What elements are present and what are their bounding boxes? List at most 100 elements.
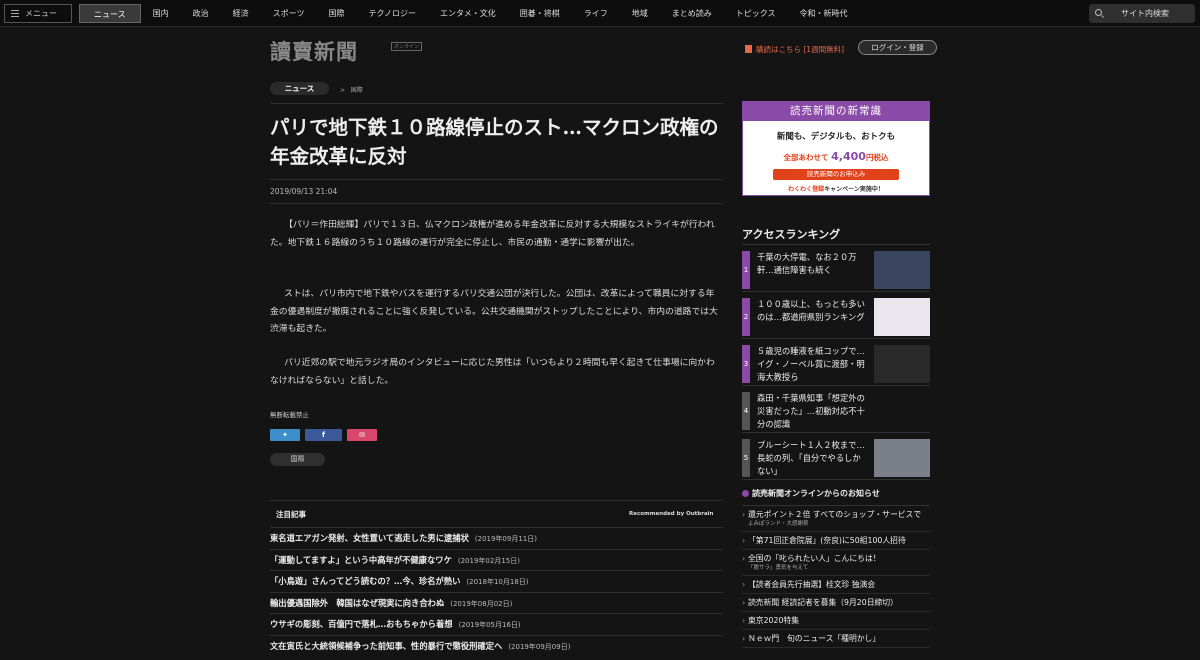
featured-item[interactable]: 「小鳥遊」さんってどう読むの？…今、珍名が熱い (2018年10月18日) <box>270 570 723 592</box>
rank-title: ブルーシート１人２枚まで…長蛇の列、「自分でやるしかない」 <box>757 440 865 476</box>
nav-item[interactable]: 国際 <box>316 4 356 23</box>
nav-item[interactable]: テクノロジー <box>356 4 428 23</box>
facebook-icon: f <box>321 431 326 439</box>
notice-subtitle: よみぽランド・大感謝祭 <box>748 521 809 527</box>
mail-share-button[interactable]: ✉ <box>347 429 377 441</box>
nav-item[interactable]: エンタメ・文化 <box>428 4 508 23</box>
featured-date: (2019年09月11日) <box>474 535 537 543</box>
tag-button[interactable]: 国際 <box>270 453 325 466</box>
article-date: 2019/09/13 21:04 <box>270 187 338 196</box>
featured-item[interactable]: 東名道エアガン発射、女性置いて逃走した男に逮捕状 (2019年09月11日) <box>270 527 723 549</box>
featured-title: 「運動してますよ」という中高年が不健康なワケ <box>270 554 452 565</box>
notice-item[interactable]: 東京2020特集 <box>742 612 930 630</box>
nav-item[interactable]: ニュース <box>79 4 141 23</box>
copyright-notice: 無断転載禁止 <box>270 411 309 419</box>
rank-title: 千葉の大停電、なお２０万軒…通信障害も続く <box>757 252 857 275</box>
twitter-share-button[interactable]: ✦ <box>270 429 300 441</box>
notice-item[interactable]: Ｎｅｗ門 旬のニュース「種明かし」 <box>742 630 930 648</box>
featured-title: 「小鳥遊」さんってどう読むの？…今、珍名が熱い <box>270 576 461 586</box>
twitter-icon: ✦ <box>282 431 288 439</box>
featured-title: 輸出優遇国除外 韓国はなぜ現実に向き合わぬ <box>270 597 445 608</box>
ranking-item[interactable]: 3 ５歳児の睡液を紙コップで…イグ・ノーベル賞に渡部・明海大教授ら <box>742 339 930 386</box>
nav-item[interactable]: 囲碁・将棋 <box>508 4 572 23</box>
notice-item[interactable]: 還元ポイント２倍 すべてのショップ・サービスでよみぽランド・大感謝祭 <box>742 506 930 532</box>
search-label: サイト内検索 <box>1121 9 1169 18</box>
featured-date: (2019年05月16日) <box>458 621 521 629</box>
featured-item[interactable]: 文在寅氏と大統領候補争った前知事、性的暴行で懲役刑確定へ (2019年09月09日… <box>270 634 723 657</box>
nav-item[interactable]: ライフ <box>572 4 620 23</box>
rank-thumbnail <box>874 439 930 477</box>
ad-signup-button[interactable]: 読売新聞のお申込み <box>773 169 899 180</box>
nav-item[interactable]: まとめ読み <box>660 4 724 23</box>
global-nav: メニュー ニュース 国内 政治 経済 スポーツ 国際 テクノロジー エンタメ・文化 囲碁・将棋ラ… <box>0 0 1200 27</box>
article-paragraph: 【パリ＝作田総輝】パリで１３日、仏マクロン政権が進める年金改革に反対する大規模な… <box>270 220 715 248</box>
ranking-item[interactable]: 4 森田・千葉県知事「想定外の災害だった」…初動対応不十分の認識 <box>742 386 930 433</box>
subscribe-link[interactable]: 購読はこちら [1週間無料] <box>745 44 844 55</box>
ranking-item[interactable]: 2 １００歳以上、もっとも多いのは…都道府県別ランキング <box>742 292 930 339</box>
divider <box>270 500 723 501</box>
featured-date: (2019年09月09日) <box>508 642 571 651</box>
menu-button[interactable]: メニュー <box>4 4 72 23</box>
featured-item[interactable]: 「運動してますよ」という中高年が不健康なワケ (2019年02月15日) <box>270 548 723 571</box>
nav-item[interactable]: 政治 <box>181 4 221 23</box>
nav-list: ニュース 国内 政治 経済 スポーツ 国際 テクノロジー エンタメ・文化 囲碁・将棋 ライフ 地域ま… <box>79 4 860 23</box>
rank-number: 4 <box>742 392 750 430</box>
featured-item[interactable]: 輸出優遇国除外 韓国はなぜ現実に向き合わぬ (2019年08月02日) <box>270 591 723 614</box>
rank-number: 2 <box>742 298 750 336</box>
nav-item[interactable]: 地域 <box>620 4 660 23</box>
rank-title: １００歳以上、もっとも多いのは…都道府県別ランキング <box>757 299 865 322</box>
notice-list: 還元ポイント２倍 すべてのショップ・サービスでよみぽランド・大感謝祭「第71回正… <box>742 505 930 648</box>
notice-item[interactable]: 【読者会員先行抽選】桂文珍 独演会 <box>742 576 930 594</box>
nav-item[interactable]: スポーツ <box>261 4 317 23</box>
featured-date: (2018年10月18日) <box>466 578 529 586</box>
notice-title: 還元ポイント２倍 すべてのショップ・サービスで <box>748 510 922 519</box>
site-search-button[interactable]: サイト内検索 <box>1089 4 1195 23</box>
rank-title: 森田・千葉県知事「想定外の災害だった」…初動対応不十分の認識 <box>757 393 865 429</box>
breadcrumb-section[interactable]: ニュース <box>270 82 329 95</box>
breadcrumb-sub-label: 国際 <box>350 87 363 94</box>
article-paragraph: ストは、パリ市内で地下鉄やバスを運行するパリ交通公団が決行した。公団は、改革によ… <box>270 289 718 334</box>
site-logo[interactable]: 讀賣新聞 <box>270 36 358 66</box>
ranking-item[interactable]: 1 千葉の大停電、なお２０万軒…通信障害も続く <box>742 245 930 292</box>
notice-title: 【読者会員先行抽選】桂文珍 独演会 <box>748 580 876 589</box>
breadcrumb-sub[interactable]: > 国際 <box>340 85 363 94</box>
rank-number: 5 <box>742 439 750 477</box>
book-icon <box>745 45 752 53</box>
nav-item[interactable]: 経済 <box>221 4 261 23</box>
mail-icon: ✉ <box>359 431 365 439</box>
rank-title: ５歳児の睡液を紙コップで…イグ・ノーベル賞に渡部・明海大教授ら <box>757 346 865 382</box>
notice-item[interactable]: 全国の「叱られたい人」こんにちは！ 「脱サラ」勇気を与えて <box>742 550 930 576</box>
notice-title: Ｎｅｗ門 旬のニュース「種明かし」 <box>748 634 881 643</box>
rank-thumbnail <box>874 345 930 383</box>
notice-item[interactable]: 「第71回正倉院展」(奈良)に50組100人招待 <box>742 532 930 550</box>
rank-number: 3 <box>742 345 750 383</box>
featured-title: 文在寅氏と大統領候補争った前知事、性的暴行で懲役刑確定へ <box>270 640 503 651</box>
divider <box>270 103 723 104</box>
featured-title: 東名道エアガン発射、女性置いて逃走した男に逮捕状 <box>270 533 469 543</box>
ranking-heading: アクセスランキング <box>742 228 841 241</box>
subscription-ad[interactable]: 読売新聞の新常識 新聞も、デジタルも、おトクも 全部あわせて 4,400円税込 … <box>742 101 930 196</box>
article-paragraph: パリ近郊の駅で地元ラジオ局のインタビューに応じた男性は「いつもより２時間も早く起… <box>270 358 715 386</box>
outbrain-credit[interactable]: Recommended by Outbrain <box>629 511 713 517</box>
nav-item[interactable]: 国内 <box>141 4 181 23</box>
featured-date: (2019年02月15日) <box>457 556 520 565</box>
notice-heading: 読売新聞オンラインからのお知らせ <box>742 488 880 499</box>
subscribe-label: 購読はこちら [1週間無料] <box>756 45 845 54</box>
featured-list: 東名道エアガン発射、女性置いて逃走した男に逮捕状 (2019年09月11日) 「運動… <box>270 527 723 656</box>
ranking-item[interactable]: 5 ブルーシート１人２枚まで…長蛇の列、「自分でやるしかない」 <box>742 433 930 480</box>
notice-item[interactable]: 読売新聞 経読記者を募集（9月20日締切） <box>742 594 930 612</box>
facebook-share-button[interactable]: f <box>305 429 342 441</box>
nav-item[interactable]: 令和・新時代 <box>788 4 860 23</box>
ad-tagline: 新聞も、デジタルも、おトクも <box>776 132 896 142</box>
featured-item[interactable]: ウサギの彫刻、百億円で落札…おもちゃから着想 (2019年05月16日) <box>270 613 723 635</box>
logo-subtitle: オンライン <box>391 42 423 51</box>
rank-thumbnail <box>874 251 930 289</box>
featured-heading: 注目記事 <box>276 510 306 519</box>
nav-item[interactable]: トピックス <box>724 4 788 23</box>
notice-subtitle: 「脱サラ」勇気を与えて <box>748 565 809 571</box>
login-button[interactable]: ログイン・登録 <box>858 40 937 55</box>
ad-heading: 読売新聞の新常識 <box>743 102 929 121</box>
search-icon <box>1095 9 1102 16</box>
rank-thumbnail <box>874 298 930 336</box>
divider <box>270 203 723 204</box>
